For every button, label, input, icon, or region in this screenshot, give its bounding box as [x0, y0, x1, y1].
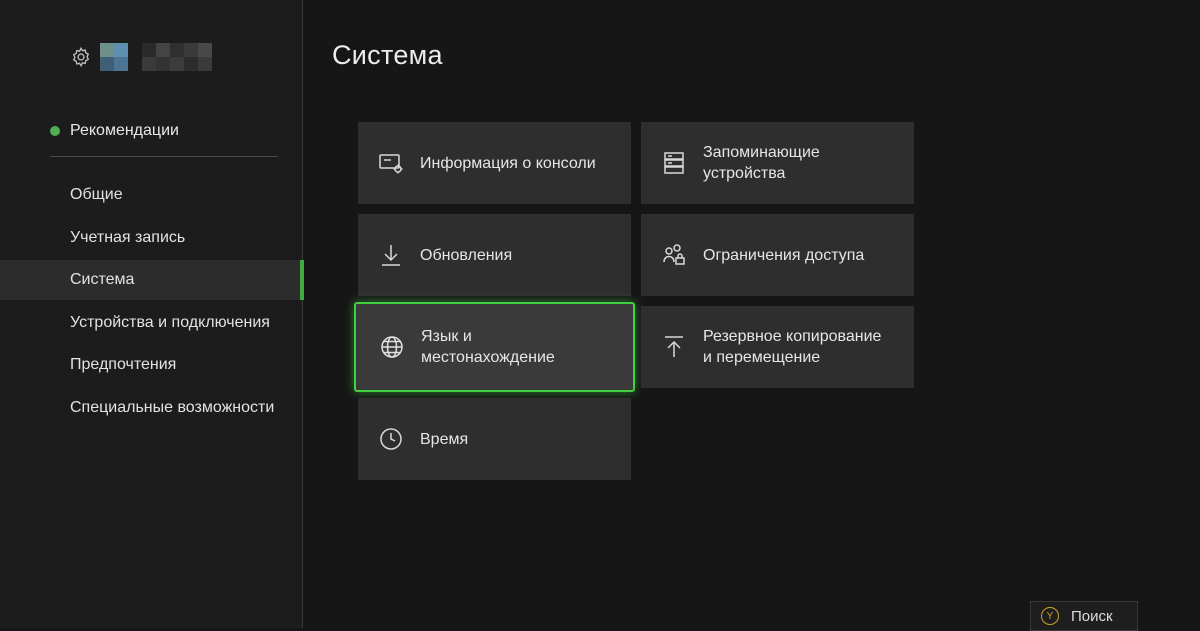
tile-text: Язык и местонахождение: [421, 326, 555, 368]
tile-text: Резервное копирование и перемещение: [703, 326, 881, 368]
recommendations-item[interactable]: Рекомендации: [50, 122, 179, 140]
updates-tile[interactable]: Обновления: [358, 214, 631, 296]
tile-label: Ограничения доступа: [703, 246, 865, 264]
sidebar-item-general[interactable]: Общие: [0, 175, 302, 215]
tile-label: Информация о консоли: [420, 154, 596, 172]
sidebar-item-account[interactable]: Учетная запись: [0, 218, 302, 258]
globe-icon: [381, 336, 403, 358]
tile-label-line2: местонахождение: [421, 349, 555, 366]
avatar: [100, 43, 212, 71]
y-button-icon: Y: [1041, 607, 1059, 625]
tile-label-line1: Запоминающие: [703, 144, 820, 161]
sidebar-item-label: Общие: [70, 186, 123, 203]
users-lock-icon: [663, 244, 685, 265]
tile-label: Обновления: [420, 246, 513, 264]
sidebar-item-label: Специальные возможности: [70, 398, 275, 416]
search-button[interactable]: Y Поиск: [1030, 601, 1138, 631]
language-location-tile[interactable]: Язык и местонахождение: [354, 302, 635, 392]
console-info-icon: [379, 154, 403, 174]
sidebar: Рекомендации Общие Учетная запись Систем…: [0, 0, 304, 628]
tile-label: Время: [420, 430, 469, 448]
sidebar-item-label: Устройства и подключения: [70, 313, 270, 331]
page-title: Система: [332, 40, 443, 70]
time-tile[interactable]: Время: [358, 398, 631, 480]
backup-transfer-tile[interactable]: Резервное копирование и перемещение: [641, 306, 914, 388]
sidebar-item-preferences[interactable]: Предпочтения: [0, 345, 302, 385]
storage-tile[interactable]: Запоминающие устройства: [641, 122, 914, 204]
search-label: Поиск: [1071, 607, 1113, 625]
tile-label-line1: Язык и: [421, 328, 472, 345]
sidebar-item-system[interactable]: Система: [0, 260, 304, 301]
download-icon: [382, 245, 400, 266]
clock-icon: [380, 428, 402, 450]
sidebar-item-devices[interactable]: Устройства и подключения: [0, 303, 302, 343]
upload-icon: [665, 336, 683, 357]
sidebar-divider: [50, 156, 278, 157]
console-info-tile[interactable]: Информация о консоли: [358, 122, 631, 204]
gear-icon: [72, 46, 90, 68]
sidebar-item-label: Учетная запись: [70, 228, 186, 246]
status-dot-icon: [50, 126, 60, 136]
tile-label-line1: Резервное копирование: [703, 328, 882, 345]
tile-label-line2: устройства: [703, 165, 786, 182]
access-restrictions-tile[interactable]: Ограничения доступа: [641, 214, 914, 296]
tile-text: Запоминающие устройства: [703, 142, 820, 184]
sidebar-item-accessibility[interactable]: Специальные возможности: [0, 388, 302, 428]
tile-label-line2: и перемещение: [703, 349, 821, 366]
profile[interactable]: [70, 43, 212, 71]
recommendations-label: Рекомендации: [70, 122, 179, 139]
storage-icon: [664, 152, 684, 174]
sidebar-item-label: Система: [70, 271, 135, 289]
sidebar-nav: Общие Учетная запись Система Устройства …: [0, 175, 304, 431]
sidebar-item-label: Предпочтения: [70, 356, 177, 374]
